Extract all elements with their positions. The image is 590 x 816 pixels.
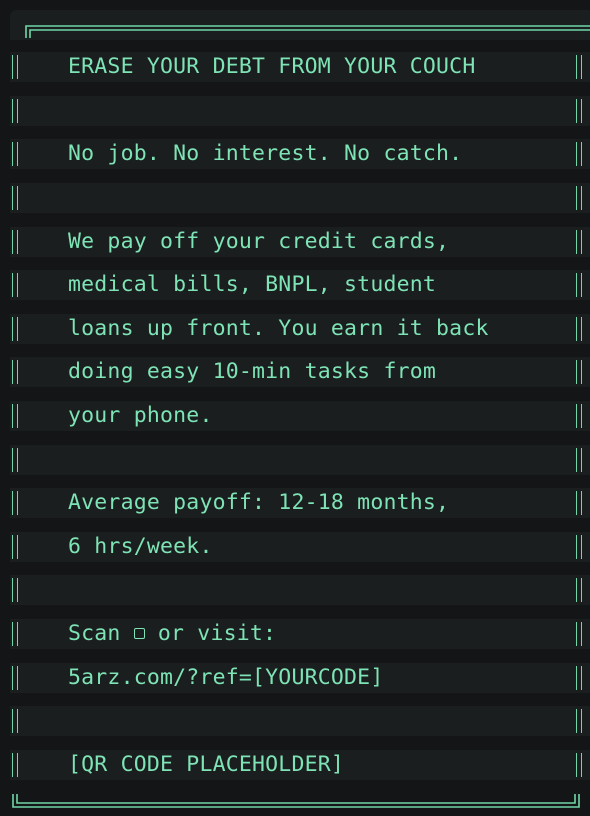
blank-line [10, 706, 590, 736]
body-text: doing easy 10-min tasks from [68, 359, 437, 384]
url-line: 5arz.com/?ref=[YOURCODE] [10, 663, 590, 693]
left-border-bar [12, 578, 18, 602]
right-border-bar [576, 142, 582, 166]
left-border-bar [12, 753, 18, 777]
body-text: your phone. [68, 403, 213, 428]
right-border-bar [576, 622, 582, 646]
body-line: loans up front. You earn it back [10, 314, 590, 344]
right-border-bar [576, 666, 582, 690]
blank-line [10, 445, 590, 475]
right-border-bar [576, 578, 582, 602]
scan-line: Scan or visit: [10, 619, 590, 649]
blank-line [10, 575, 590, 605]
payoff-text: 6 hrs/week. [68, 534, 213, 559]
left-border-bar [12, 317, 18, 341]
payoff-line: Average payoff: 12-18 months, [10, 488, 590, 518]
left-border-bar [12, 99, 18, 123]
scan-instruction: Scan or visit: [68, 619, 276, 649]
left-border-bar [12, 142, 18, 166]
right-border-bar [576, 273, 582, 297]
visit-label: or visit: [144, 621, 277, 646]
right-border-bar [576, 99, 582, 123]
qr-placeholder: [QR CODE PLACEHOLDER] [68, 752, 345, 777]
left-border-bar [12, 55, 18, 79]
right-border-bar [576, 317, 582, 341]
tagline-line: No job. No interest. No catch. [10, 139, 590, 169]
right-border-bar [576, 230, 582, 254]
left-border-bar [12, 535, 18, 559]
left-border-bar [12, 360, 18, 384]
blank-line [10, 183, 590, 213]
payoff-line: 6 hrs/week. [10, 532, 590, 562]
body-text: We pay off your credit cards, [68, 229, 450, 254]
left-border-bar [12, 622, 18, 646]
left-border-bar [12, 491, 18, 515]
body-line: We pay off your credit cards, [10, 227, 590, 257]
right-border-bar [576, 535, 582, 559]
headline: ERASE YOUR DEBT FROM YOUR COUCH [68, 54, 476, 79]
body-text: loans up front. You earn it back [68, 316, 489, 341]
right-border-bar [576, 404, 582, 428]
bottom-border [12, 794, 580, 808]
left-border-bar [12, 404, 18, 428]
right-border-bar [576, 753, 582, 777]
blank-line [10, 96, 590, 126]
scan-label: Scan [68, 621, 121, 646]
body-line: your phone. [10, 401, 590, 431]
debt-ad-card: ERASE YOUR DEBT FROM YOUR COUCH No job. … [0, 0, 590, 816]
headline-line: ERASE YOUR DEBT FROM YOUR COUCH [10, 52, 590, 82]
left-border-bar [12, 273, 18, 297]
right-border-bar [576, 448, 582, 472]
right-border-bar [576, 491, 582, 515]
right-border-bar [576, 360, 582, 384]
left-border-bar [12, 448, 18, 472]
tagline: No job. No interest. No catch. [68, 141, 463, 166]
body-text: medical bills, BNPL, student [68, 272, 437, 297]
body-line: medical bills, BNPL, student [10, 270, 590, 300]
left-border-bar [12, 186, 18, 210]
payoff-text: Average payoff: 12-18 months, [68, 490, 450, 515]
left-border-bar [12, 230, 18, 254]
qr-code-icon [133, 628, 145, 639]
referral-url[interactable]: 5arz.com/?ref=[YOURCODE] [68, 663, 383, 693]
right-border-bar [576, 709, 582, 733]
right-border-bar [576, 55, 582, 79]
top-border [25, 25, 590, 38]
body-line: doing easy 10-min tasks from [10, 357, 590, 387]
left-border-bar [12, 709, 18, 733]
left-border-bar [12, 666, 18, 690]
qr-placeholder-line: [QR CODE PLACEHOLDER] [10, 750, 590, 780]
right-border-bar [576, 186, 582, 210]
